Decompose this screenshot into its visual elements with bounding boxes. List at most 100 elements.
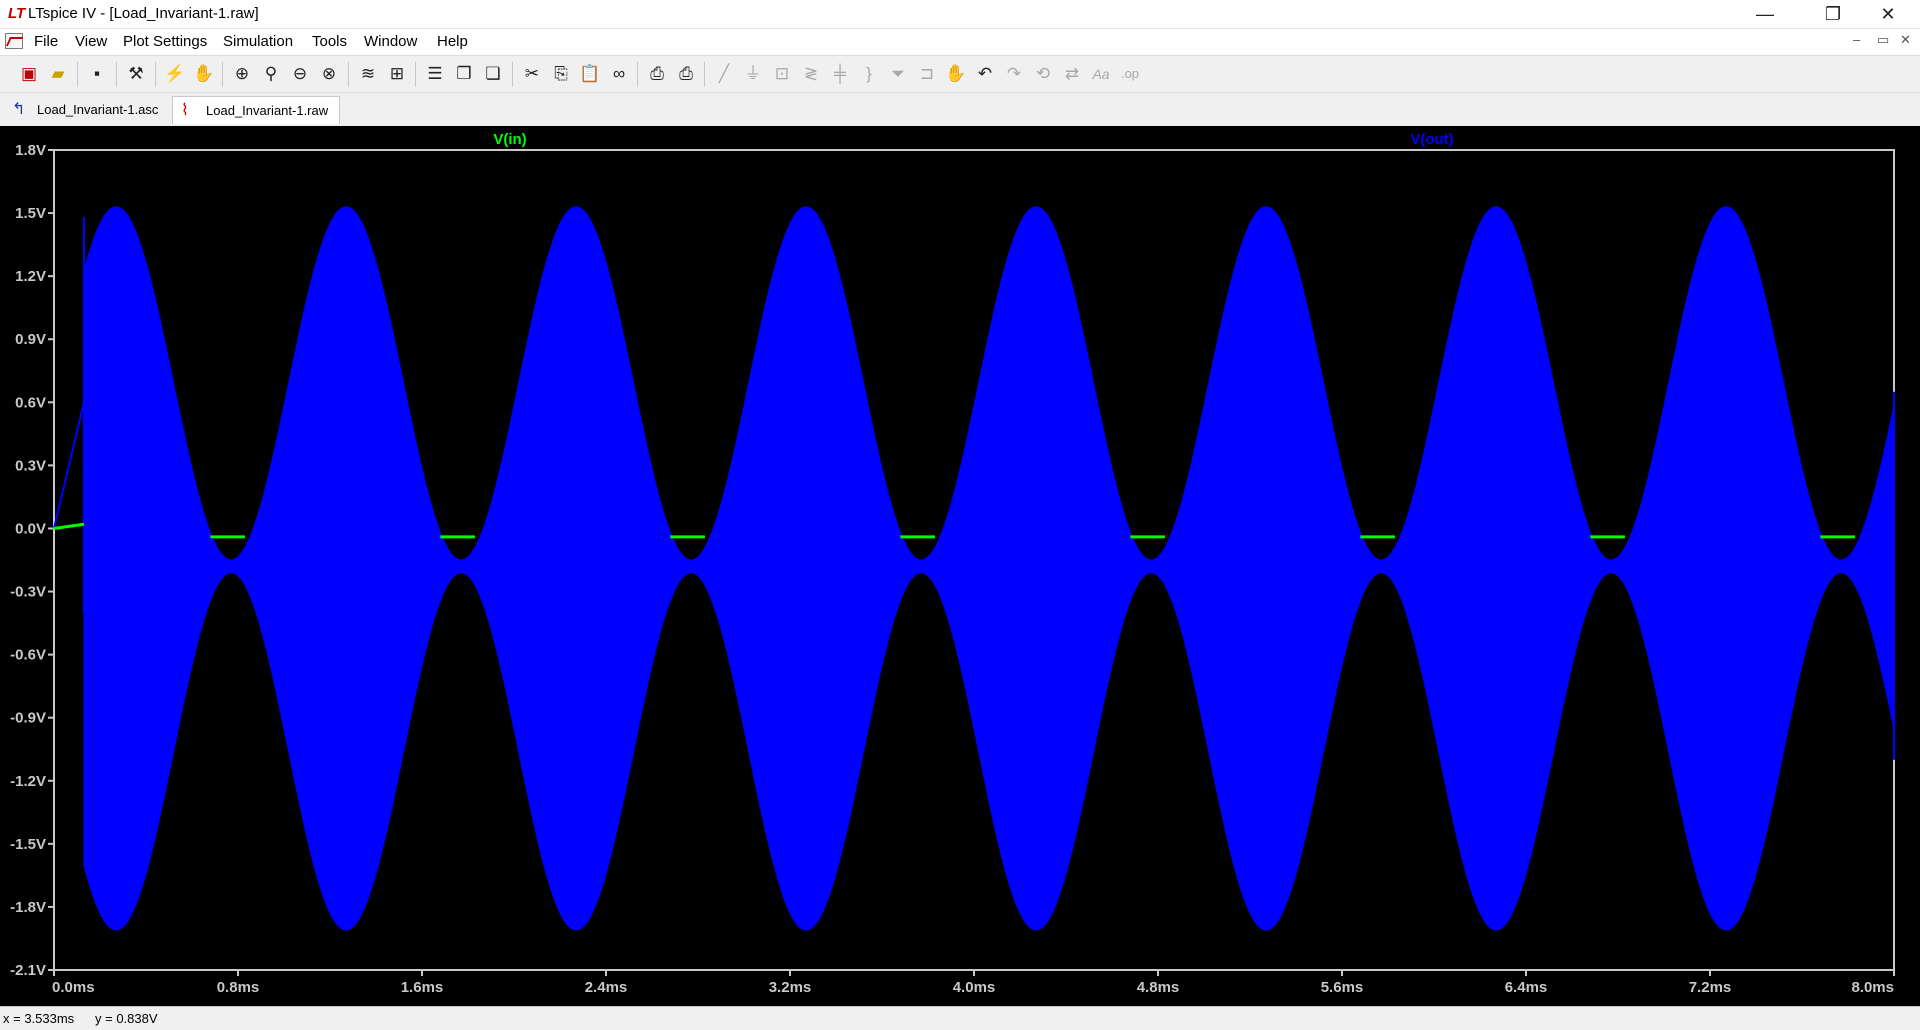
x-tick-label: 4.8ms [1137,979,1180,996]
toolbar-separator [704,62,705,87]
minimize-window-button[interactable]: — [1737,0,1793,29]
run-simulation-icon[interactable]: ⚡ [163,62,187,86]
tab-label: Load_Invariant-1.asc [37,102,159,117]
menu-bar: File View Plot Settings Simulation Tools… [0,29,1920,55]
component-icon[interactable]: ⊐ [915,62,939,86]
zoom-area-icon[interactable]: ⊕ [230,62,254,86]
vin-startup-segment [53,522,85,530]
resistor-icon[interactable]: ≷ [799,62,823,86]
control-panel-hammer-icon[interactable]: ⚒ [124,62,148,86]
toolbar-separator [77,62,78,87]
redo-icon[interactable]: ↷ [1002,62,1026,86]
x-tick-label: 8.0ms [1851,979,1894,996]
title-bar: LT LTspice IV - [Load_Invariant-1.raw] —… [0,0,1920,29]
y-tick-label: -1.8V [10,899,46,916]
zoom-out-icon[interactable]: ⊖ [288,62,312,86]
text-icon[interactable]: Aa [1089,62,1113,86]
toolbar: ▣ ▰ ▪ ⚒ ⚡ ✋ ⊕ ⚲ ⊖ ⊗ ≋ ⊞ ☰ ❐ ❏ ✂ ⎘ 📋 ∞ ⎙ … [0,55,1920,93]
x-tick-label: 3.2ms [769,979,812,996]
waveform-icon: ⌇ [181,102,189,119]
waveform-chart: 1.8V 1.5V 1.2V 0.9V 0.6V 0.3V 0.0V -0.3V -0.6V -0… [10,131,1895,996]
y-tick-label: 1.8V [15,142,46,159]
open-folder-icon[interactable]: ▰ [46,62,70,86]
zoom-fit-icon[interactable]: ⊗ [317,62,341,86]
toolbar-separator [222,62,223,87]
ltspice-app-icon: LT [8,5,26,22]
x-tick-label: 6.4ms [1505,979,1548,996]
label-net-icon[interactable]: ⊡ [770,62,794,86]
tab-waveform[interactable]: ⌇ Load_Invariant-1.raw [172,96,340,124]
waveform-plot-pane[interactable]: 1.8V 1.5V 1.2V 0.9V 0.6V 0.3V 0.0V -0.3V -0.6V -0… [0,126,1920,1006]
ground-icon[interactable]: ⏚ [741,62,765,86]
y-tick-label: 0.0V [15,520,46,537]
y-tick-label: -0.9V [10,710,46,727]
paste-icon[interactable]: 📋 [578,62,602,86]
restore-window-button[interactable]: ❐ [1805,0,1861,29]
document-system-menu-icon[interactable] [5,33,23,49]
toolbar-separator [637,62,638,87]
x-tick-label: 0.0ms [52,979,95,996]
add-trace-icon[interactable]: ⊞ [385,62,409,86]
capacitor-icon[interactable]: ╪ [828,62,852,86]
spice-directive-icon[interactable]: .op [1118,62,1142,86]
tile-horizontal-icon[interactable]: ☰ [423,62,447,86]
x-tick-label: 2.4ms [585,979,628,996]
toolbar-separator [415,62,416,87]
x-tick-label: 7.2ms [1689,979,1732,996]
toolbar-separator [512,62,513,87]
y-tick-label: -0.3V [10,584,46,601]
menu-file[interactable]: File [34,33,58,50]
status-bar: x = 3.533ms y = 0.838V [0,1006,1920,1030]
legend-vout-label[interactable]: V(out) [1410,131,1453,148]
menu-tools[interactable]: Tools [312,33,347,50]
menu-plot-settings[interactable]: Plot Settings [123,33,207,50]
tile-vertical-icon[interactable]: ❏ [481,62,505,86]
find-binoculars-icon[interactable]: ∞ [607,62,631,86]
new-schematic-icon[interactable]: ▣ [17,62,41,86]
x-tick-label: 4.0ms [953,979,996,996]
x-tick-label: 1.6ms [401,979,444,996]
menu-window[interactable]: Window [364,33,417,50]
legend-vin-label[interactable]: V(in) [493,131,526,148]
halt-hand-icon[interactable]: ✋ [192,62,216,86]
menu-simulation[interactable]: Simulation [223,33,293,50]
print-preview-icon[interactable]: ⎙ [645,62,669,86]
copy-icon[interactable]: ⎘ [549,62,573,86]
vout-waveform-band [83,206,1895,931]
mdi-minimize-button[interactable]: – [1853,32,1860,47]
tab-schematic[interactable]: ↰ Load_Invariant-1.asc [4,96,169,124]
mdi-close-button[interactable]: ✕ [1900,32,1911,48]
cut-scissors-icon[interactable]: ✂ [520,62,544,86]
x-tick-label: 0.8ms [217,979,260,996]
draw-wire-icon[interactable]: ╱ [712,62,736,86]
move-hand-icon[interactable]: ✋ [944,62,968,86]
tab-label: Load_Invariant-1.raw [206,103,329,118]
cursor-y-readout: y = 0.838V [95,1011,158,1026]
y-tick-label: -2.1V [10,962,46,979]
undo-icon[interactable]: ↶ [973,62,997,86]
y-tick-label: 1.2V [15,268,46,285]
toolbar-separator [155,62,156,87]
cursor-x-readout: x = 3.533ms [3,1011,75,1026]
x-tick-label: 5.6ms [1321,979,1364,996]
rotate-icon[interactable]: ⟲ [1031,62,1055,86]
y-tick-label: -0.6V [10,647,46,664]
y-tick-label: -1.5V [10,836,46,853]
cascade-windows-icon[interactable]: ❐ [452,62,476,86]
inductor-icon[interactable]: } [857,62,881,86]
mdi-restore-button[interactable]: ▭ [1877,32,1889,48]
menu-view[interactable]: View [75,33,107,50]
menu-help[interactable]: Help [437,33,468,50]
vout-startup-ramp [53,402,85,529]
y-tick-label: 0.3V [15,457,46,474]
toolbar-separator [116,62,117,87]
zoom-in-icon[interactable]: ⚲ [259,62,283,86]
document-tab-bar: ↰ Load_Invariant-1.asc ⌇ Load_Invariant-… [0,93,1920,126]
print-icon[interactable]: ⎙ [674,62,698,86]
save-icon[interactable]: ▪ [85,62,109,86]
toolbar-separator [348,62,349,87]
diode-icon[interactable]: ⏷ [886,62,910,86]
close-window-button[interactable]: ✕ [1860,0,1916,29]
mirror-icon[interactable]: ⇄ [1060,62,1084,86]
autorange-icon[interactable]: ≋ [356,62,380,86]
